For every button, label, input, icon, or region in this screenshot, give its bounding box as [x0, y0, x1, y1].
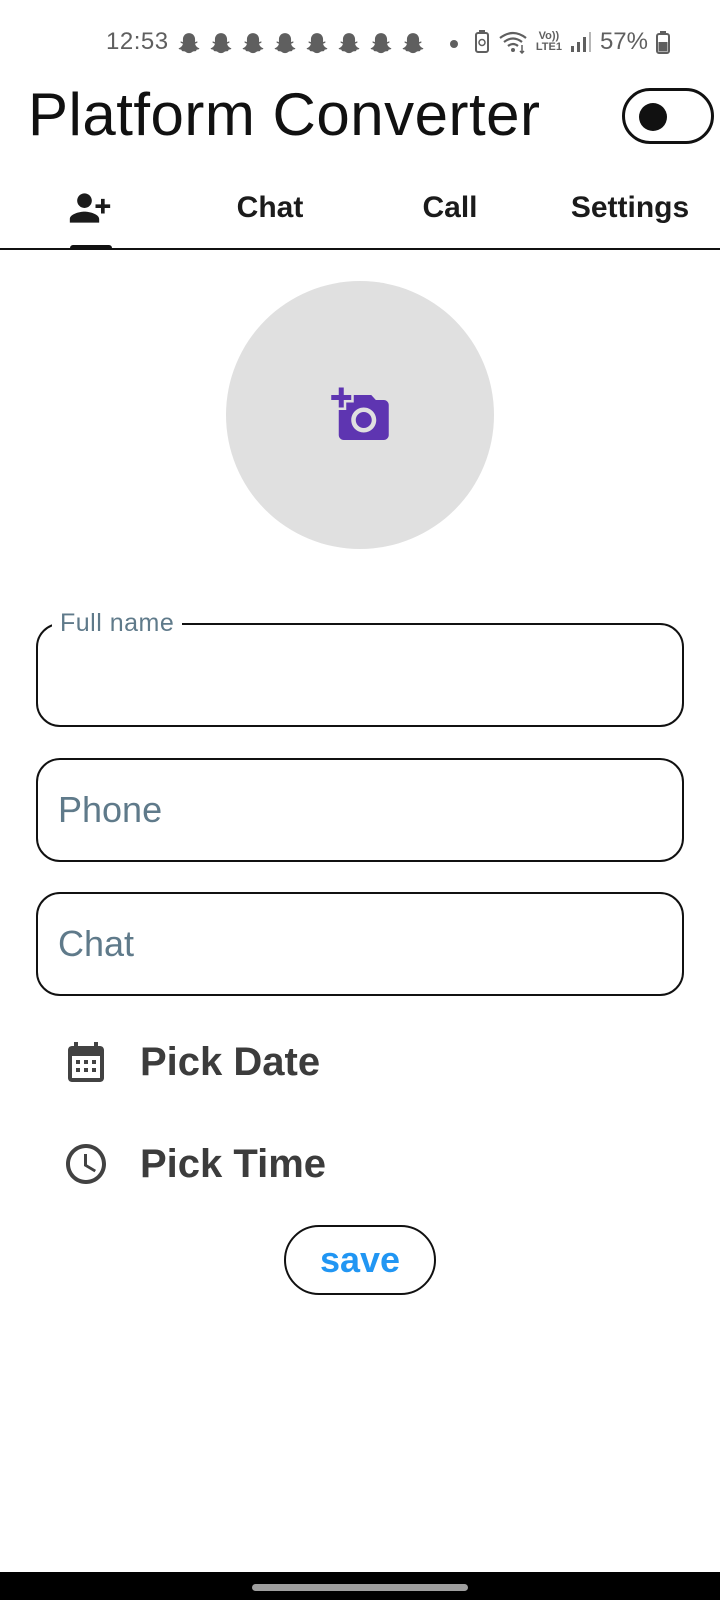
tab-settings[interactable]: Settings: [540, 168, 720, 248]
person-add-icon: [69, 193, 111, 223]
tab-add-contact[interactable]: [0, 168, 180, 250]
pick-time-button[interactable]: Pick Time: [62, 1134, 326, 1194]
signal-icon: [570, 32, 591, 52]
avatar-photo-picker[interactable]: [226, 281, 494, 549]
pick-date-button[interactable]: Pick Date: [62, 1032, 320, 1092]
snapchat-icon: [370, 33, 392, 54]
home-gesture-handle[interactable]: [252, 1584, 468, 1591]
app-title: Platform Converter: [28, 81, 541, 148]
volte-indicator: Vo)) LTE1: [536, 31, 562, 53]
full-name-label: Full name: [52, 609, 183, 638]
tab-call[interactable]: Call: [360, 168, 540, 248]
battery-saver-icon: [474, 30, 489, 53]
save-button[interactable]: save: [284, 1225, 436, 1295]
snapchat-icon: [306, 33, 328, 54]
snapchat-icon: [242, 33, 264, 54]
status-indicators: Vo)) LTE1 57%: [474, 28, 670, 56]
tab-bar: Chat Call Settings: [0, 168, 720, 250]
battery-charging-icon: [656, 31, 670, 54]
phone-input[interactable]: [38, 760, 682, 860]
theme-toggle-switch[interactable]: [622, 88, 714, 144]
calendar-icon: [68, 1042, 104, 1082]
full-name-field[interactable]: Full name: [36, 609, 684, 727]
pick-date-label: Pick Date: [140, 1039, 321, 1084]
system-navigation-bar: [0, 1572, 720, 1600]
toggle-knob: [639, 103, 667, 131]
status-time: 12:53: [106, 28, 169, 55]
wifi-icon: [499, 31, 527, 54]
chat-input[interactable]: [38, 894, 682, 994]
snapchat-icon: [338, 33, 360, 54]
lte-label: LTE1: [535, 41, 562, 53]
tab-call-label: Call: [422, 191, 478, 224]
clock-icon: [66, 1144, 106, 1184]
tab-chat-label: Chat: [236, 191, 304, 224]
snapchat-icon: [210, 33, 232, 54]
snapchat-icon: [274, 33, 296, 54]
full-name-input[interactable]: [38, 625, 682, 725]
snapchat-icon: [402, 33, 424, 54]
tab-settings-label: Settings: [570, 191, 690, 224]
battery-percent: 57%: [599, 28, 648, 55]
more-notifications-dot: [450, 40, 458, 48]
snapchat-icon: [178, 33, 200, 54]
tab-indicator: [70, 245, 112, 250]
add-a-photo-icon: [331, 387, 389, 440]
phone-field[interactable]: [36, 758, 684, 862]
tab-chat[interactable]: Chat: [180, 168, 360, 248]
pick-time-label: Pick Time: [140, 1141, 327, 1186]
chat-field[interactable]: [36, 892, 684, 996]
status-bar: 12:53 Vo)) LTE1 57%: [0, 0, 720, 88]
notification-icons: [176, 30, 458, 58]
